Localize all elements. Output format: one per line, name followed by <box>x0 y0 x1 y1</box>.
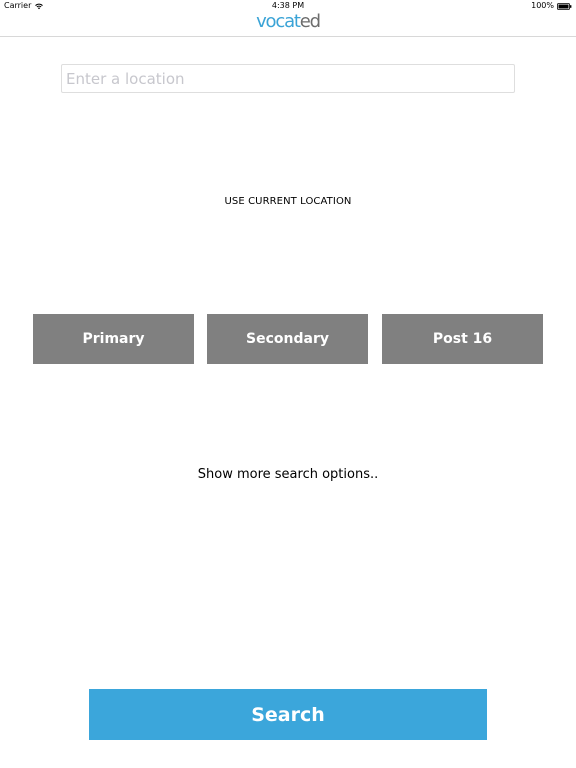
search-button[interactable]: Search <box>89 689 487 740</box>
nav-bar: vocated <box>0 10 576 37</box>
use-current-location-button[interactable]: USE CURRENT LOCATION <box>0 196 576 207</box>
logo-text-primary: vocat <box>256 11 301 32</box>
battery-icon <box>557 2 572 10</box>
app-logo: vocated <box>0 10 576 34</box>
app-screen: Carrier 4:38 PM 100% vocated USE CURRENT… <box>0 0 576 768</box>
secondary-button[interactable]: Secondary <box>207 314 368 364</box>
location-input[interactable] <box>61 64 515 93</box>
logo-text-secondary: ed <box>299 11 321 32</box>
primary-button[interactable]: Primary <box>33 314 194 364</box>
show-more-options-link[interactable]: Show more search options.. <box>0 467 576 482</box>
post-16-button[interactable]: Post 16 <box>382 314 543 364</box>
